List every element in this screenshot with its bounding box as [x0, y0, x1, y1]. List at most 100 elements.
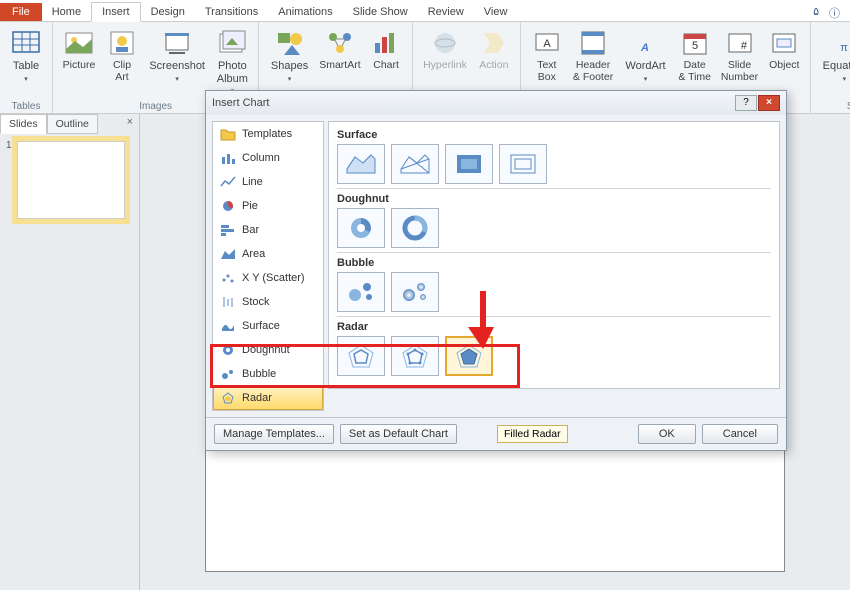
svg-text:#: #: [740, 40, 747, 52]
chart-type-pane[interactable]: Surface Doughnut: [328, 121, 780, 389]
bubble-icon: [220, 367, 236, 381]
manage-templates-button[interactable]: Manage Templates...: [214, 424, 334, 444]
chart-doughnut-1[interactable]: [337, 208, 385, 248]
help-icon[interactable]: ⓘ: [829, 5, 840, 21]
smartart-button[interactable]: SmartArt: [317, 25, 363, 74]
cat-doughnut[interactable]: Doughnut: [213, 338, 323, 362]
table-icon: [10, 27, 42, 59]
cat-bubble[interactable]: Bubble: [213, 362, 323, 386]
tab-transitions[interactable]: Transitions: [195, 3, 268, 21]
svg-text:π: π: [841, 42, 849, 54]
picture-button[interactable]: Picture: [59, 25, 99, 74]
chart-icon: [370, 27, 402, 59]
screenshot-icon: [161, 27, 193, 59]
svg-text:A: A: [543, 38, 551, 50]
group-label-tables: Tables: [6, 101, 46, 112]
scatter-icon: [220, 271, 236, 285]
action-button: Action: [474, 25, 514, 74]
cat-line[interactable]: Line: [213, 170, 323, 194]
wordart-icon: A: [629, 27, 661, 59]
cancel-button[interactable]: Cancel: [702, 424, 778, 444]
photoalbum-button[interactable]: Photo Album▾: [212, 25, 252, 99]
action-icon: [478, 27, 510, 59]
datetime-button[interactable]: 5Date & Time: [675, 25, 715, 85]
cat-stock[interactable]: Stock: [213, 290, 323, 314]
set-default-chart-button[interactable]: Set as Default Chart: [340, 424, 457, 444]
chart-surface-1[interactable]: [337, 144, 385, 184]
slidenumber-button[interactable]: #Slide Number: [718, 25, 762, 85]
cat-scatter[interactable]: X Y (Scatter): [213, 266, 323, 290]
slide-canvas: Insert Chart ? × Templates Column Line P…: [140, 114, 850, 590]
cat-radar[interactable]: Radar: [213, 386, 323, 410]
slide-number: 1: [6, 140, 12, 220]
tab-insert[interactable]: Insert: [91, 2, 141, 22]
column-icon: [220, 151, 236, 165]
tooltip-filled-radar: Filled Radar: [497, 425, 568, 443]
section-radar: Radar: [337, 321, 771, 333]
hyperlink-icon: [429, 27, 461, 59]
ribbon-minimize-icon[interactable]: ۵: [813, 5, 819, 21]
chart-button[interactable]: Chart: [366, 25, 406, 74]
sidebar-tab-outline[interactable]: Outline: [47, 114, 98, 134]
tab-view[interactable]: View: [474, 3, 518, 21]
dialog-close-icon[interactable]: ×: [758, 95, 780, 111]
insert-chart-dialog: Insert Chart ? × Templates Column Line P…: [205, 90, 787, 451]
surface-icon: [220, 319, 236, 333]
section-surface: Surface: [337, 129, 771, 141]
tab-animations[interactable]: Animations: [268, 3, 342, 21]
chart-radar-1[interactable]: [337, 336, 385, 376]
headerfooter-button[interactable]: Header & Footer: [570, 25, 616, 85]
wordart-button[interactable]: AWordArt ▾: [619, 25, 671, 86]
photoalbum-icon: [216, 27, 248, 59]
smartart-icon: [324, 27, 356, 59]
chart-surface-3[interactable]: [445, 144, 493, 184]
pie-icon: [220, 199, 236, 213]
ok-button[interactable]: OK: [638, 424, 696, 444]
tab-home[interactable]: Home: [42, 3, 91, 21]
object-icon: [768, 27, 800, 59]
cat-pie[interactable]: Pie: [213, 194, 323, 218]
tab-design[interactable]: Design: [141, 3, 195, 21]
slide-thumbnail[interactable]: [16, 140, 126, 220]
cat-area[interactable]: Area: [213, 242, 323, 266]
cat-templates[interactable]: Templates: [213, 122, 323, 146]
clipart-button[interactable]: Clip Art: [102, 25, 142, 85]
chart-radar-2[interactable]: [391, 336, 439, 376]
object-button[interactable]: Object: [764, 25, 804, 74]
screenshot-button[interactable]: Screenshot ▾: [145, 25, 209, 86]
section-bubble: Bubble: [337, 257, 771, 269]
table-button[interactable]: Table ▾: [6, 25, 46, 86]
sidebar-tab-slides[interactable]: Slides: [0, 114, 47, 134]
dialog-help-icon[interactable]: ?: [735, 95, 757, 111]
dialog-titlebar[interactable]: Insert Chart ? ×: [206, 91, 786, 115]
tab-review[interactable]: Review: [418, 3, 474, 21]
cat-bar[interactable]: Bar: [213, 218, 323, 242]
sidebar-close-icon[interactable]: ×: [121, 114, 139, 134]
tab-file[interactable]: File: [0, 3, 42, 21]
picture-icon: [63, 27, 95, 59]
cat-surface[interactable]: Surface: [213, 314, 323, 338]
cat-column[interactable]: Column: [213, 146, 323, 170]
tab-slideshow[interactable]: Slide Show: [343, 3, 418, 21]
svg-text:A: A: [640, 42, 649, 54]
chart-doughnut-2[interactable]: [391, 208, 439, 248]
equation-icon: π: [828, 27, 850, 59]
chart-bubble-2[interactable]: [391, 272, 439, 312]
hyperlink-button: Hyperlink: [419, 25, 471, 74]
equation-button[interactable]: πEquation ▾: [817, 25, 850, 86]
dialog-title: Insert Chart: [212, 97, 269, 109]
bar-icon: [220, 223, 236, 237]
chart-surface-2[interactable]: [391, 144, 439, 184]
textbox-icon: A: [531, 27, 563, 59]
chart-radar-filled[interactable]: [445, 336, 493, 376]
datetime-icon: 5: [679, 27, 711, 59]
shapes-button[interactable]: Shapes ▾: [265, 25, 313, 86]
headerfooter-icon: [577, 27, 609, 59]
chart-category-list: Templates Column Line Pie Bar Area X Y (…: [212, 121, 324, 411]
stock-icon: [220, 295, 236, 309]
chart-surface-4[interactable]: [499, 144, 547, 184]
radar-icon: [220, 391, 236, 405]
chart-bubble-1[interactable]: [337, 272, 385, 312]
textbox-button[interactable]: AText Box: [527, 25, 567, 85]
folder-icon: [220, 127, 236, 141]
